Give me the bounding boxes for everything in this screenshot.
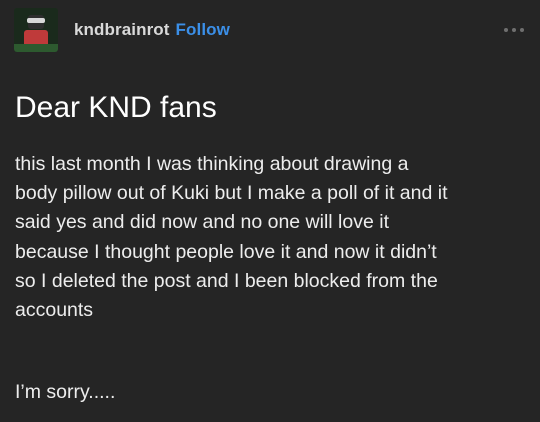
more-options-icon[interactable] [504, 24, 524, 36]
avatar-body [24, 30, 48, 44]
body-line: this last month I was thinking about dra… [15, 153, 409, 175]
post-closing: I’m sorry..... [15, 381, 116, 403]
body-line: so I deleted the post and I been blocked… [15, 269, 438, 292]
more-dot [504, 28, 508, 32]
author-line: kndbrainrot Follow [74, 20, 230, 40]
body-line: said yes and did now and no one will lov… [15, 211, 389, 234]
avatar[interactable] [14, 8, 58, 52]
body-line: because I thought people love it and now… [15, 240, 437, 263]
post-card: kndbrainrot Follow Dear KND fans this la… [0, 0, 540, 422]
post-header: kndbrainrot Follow [14, 8, 526, 52]
body-line: accounts [15, 299, 94, 322]
more-dot [520, 28, 524, 32]
more-dot [512, 28, 516, 32]
avatar-ground [14, 44, 58, 52]
username-link[interactable]: kndbrainrot [74, 20, 170, 40]
post-body: this last month I was thinking about dra… [15, 150, 530, 325]
post-title: Dear KND fans [15, 91, 217, 124]
body-line: body pillow out of Kuki but I make a pol… [15, 182, 448, 205]
follow-button[interactable]: Follow [176, 20, 230, 40]
avatar-goggles [27, 18, 45, 23]
